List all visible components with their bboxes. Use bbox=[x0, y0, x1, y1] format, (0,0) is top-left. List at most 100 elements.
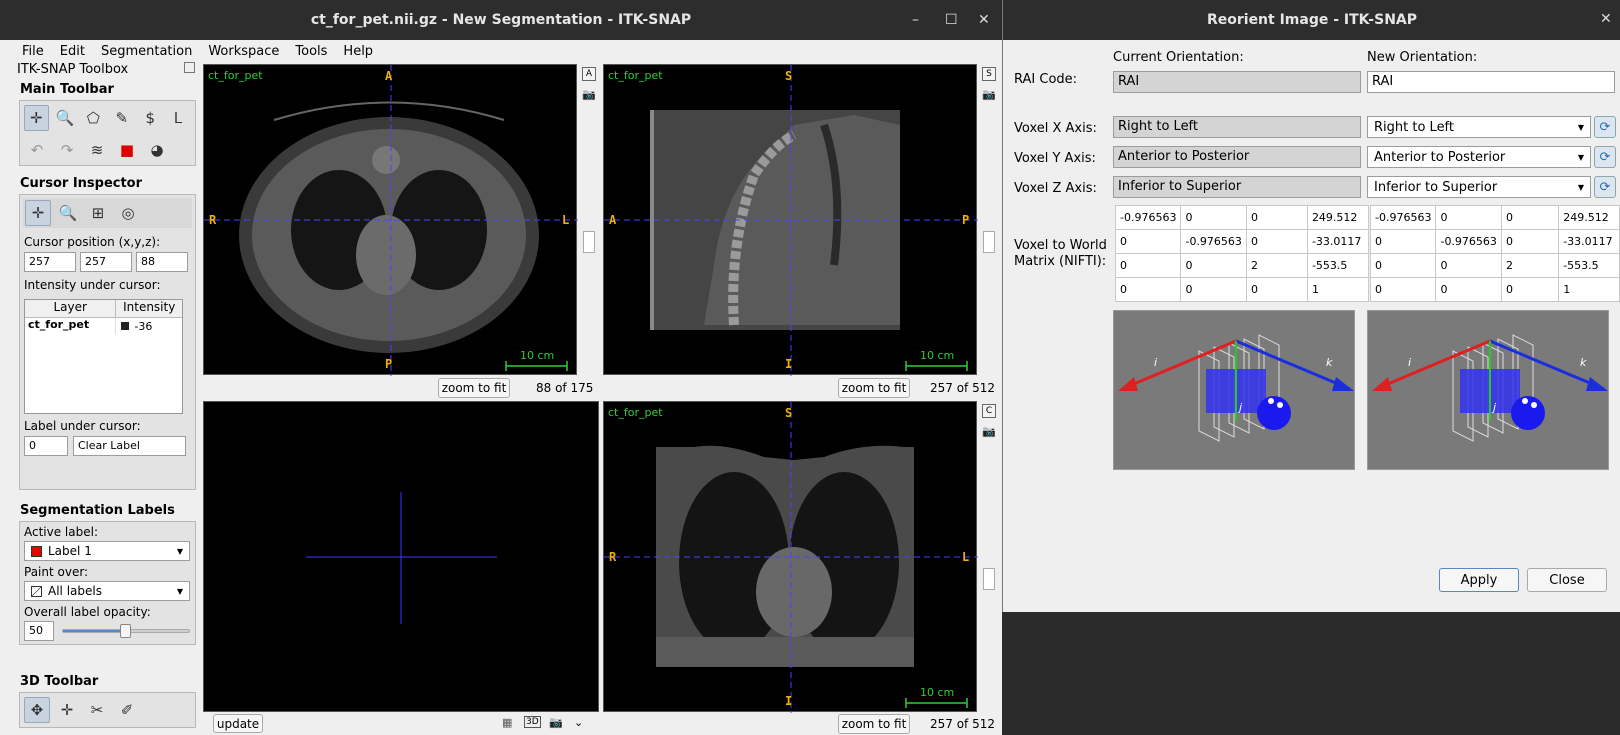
label-name-field[interactable]: Clear Label bbox=[73, 436, 186, 456]
palette-icon[interactable]: ◕ bbox=[144, 137, 170, 163]
reorient-dialog: Reorient Image - ITK-SNAP ✕ Current Orie… bbox=[1002, 0, 1620, 612]
menu-file[interactable]: File bbox=[22, 44, 44, 59]
paint-over-select[interactable]: All labels ▼ bbox=[24, 581, 190, 601]
chevron-down-icon[interactable]: ⌄ bbox=[574, 716, 583, 729]
chevron-down-icon: ▼ bbox=[176, 586, 183, 596]
new-z-axis-select[interactable]: Inferior to Superior ▼ bbox=[1367, 176, 1591, 198]
coronal-scrollbar[interactable] bbox=[982, 442, 996, 712]
table-row[interactable]: ct_for_pet -36 bbox=[25, 318, 182, 334]
new-matrix-table: -0.976563 0 0 249.512 0 -0.976563 0 -33.0117 0… bbox=[1369, 205, 1620, 302]
zoom-tool-icon[interactable]: 🔍 bbox=[53, 105, 77, 131]
cursor-zoom-icon[interactable]: 🔍 bbox=[55, 200, 81, 226]
axial-slice-image bbox=[204, 65, 578, 376]
new-orientation-render[interactable]: i j k bbox=[1367, 310, 1609, 470]
coronal-slice-image bbox=[604, 402, 978, 713]
m-cell: 0 bbox=[1500, 229, 1560, 254]
apply-button[interactable]: Apply bbox=[1439, 568, 1519, 592]
rotate-3d-icon[interactable]: ✥ bbox=[24, 697, 50, 723]
coronal-view[interactable]: ct_for_pet S I R L 10 cm bbox=[603, 401, 978, 713]
close-button[interactable]: ✕ bbox=[978, 12, 990, 28]
opacity-slider-handle[interactable] bbox=[120, 624, 131, 638]
menu-edit[interactable]: Edit bbox=[60, 44, 85, 59]
axial-zoom-to-fit-button[interactable]: zoom to fit bbox=[438, 378, 510, 398]
col-layer[interactable]: Layer bbox=[25, 300, 117, 317]
close-icon[interactable]: ✕ bbox=[1600, 11, 1612, 27]
main-window: ct_for_pet.nii.gz - New Segmentation - I… bbox=[0, 0, 1002, 735]
annotation-tool-icon[interactable]: Ꮮ bbox=[167, 105, 191, 131]
active-label-label: Active label: bbox=[24, 525, 98, 539]
label-color-icon[interactable]: ■ bbox=[114, 137, 140, 163]
sagittal-zoom-to-fit-button[interactable]: zoom to fit bbox=[838, 378, 910, 398]
coronal-view-layout-button[interactable]: C bbox=[982, 404, 996, 418]
crosshair-tool-icon[interactable]: ✛ bbox=[24, 105, 49, 131]
menu-tools[interactable]: Tools bbox=[295, 44, 327, 59]
menu-segmentation[interactable]: Segmentation bbox=[101, 44, 192, 59]
cursor-target-icon[interactable]: ◎ bbox=[115, 200, 141, 226]
refresh-y-icon[interactable]: ⟳ bbox=[1594, 146, 1616, 168]
paint-over-value: All labels bbox=[48, 584, 102, 598]
current-matrix-table: -0.976563 0 0 249.512 0 -0.976563 0 -33.0117 0… bbox=[1114, 205, 1369, 302]
axial-view-layout-button[interactable]: A bbox=[582, 67, 596, 81]
polygon-tool-icon[interactable]: ⬠ bbox=[81, 105, 105, 131]
opacity-label: Overall label opacity: bbox=[24, 605, 151, 619]
new-x-axis-select[interactable]: Right to Left ▼ bbox=[1367, 116, 1591, 138]
refresh-z-icon[interactable]: ⟳ bbox=[1594, 176, 1616, 198]
new-x-axis-value: Right to Left bbox=[1374, 119, 1455, 135]
axial-view[interactable]: ct_for_pet A P R L 10 cm bbox=[203, 64, 578, 376]
camera-icon[interactable]: 📷 bbox=[549, 716, 563, 729]
orient-left: R bbox=[609, 550, 617, 564]
cursor-x-field[interactable]: 257 bbox=[24, 252, 76, 272]
cursor-crosshair-icon[interactable]: ✛ bbox=[25, 200, 51, 226]
redo-icon[interactable]: ↷ bbox=[54, 137, 80, 163]
cursor-y-field[interactable]: 257 bbox=[80, 252, 132, 272]
camera-icon[interactable]: 📷 bbox=[982, 88, 996, 101]
m-cell: 1 bbox=[1306, 277, 1369, 302]
scalpel-icon[interactable]: ✂ bbox=[84, 697, 110, 723]
refresh-x-icon[interactable]: ⟳ bbox=[1594, 116, 1616, 138]
label-id-field[interactable]: 0 bbox=[24, 436, 68, 456]
spray-paint-icon[interactable]: ✐ bbox=[114, 697, 140, 723]
3d-layout-icon[interactable]: ▦ bbox=[502, 716, 512, 729]
cursor-grid-icon[interactable]: ⊞ bbox=[85, 200, 111, 226]
sagittal-scrollbar[interactable] bbox=[982, 105, 996, 375]
intensity-label: Intensity under cursor: bbox=[24, 278, 161, 292]
layers-icon[interactable]: ≋ bbox=[84, 137, 110, 163]
3d-view-icon[interactable]: 3D bbox=[524, 716, 541, 728]
crosshair-3d-icon[interactable]: ✛ bbox=[54, 697, 80, 723]
m-cell: -33.0117 bbox=[1558, 229, 1620, 254]
menu-help[interactable]: Help bbox=[343, 44, 373, 59]
m-cell: 2 bbox=[1245, 253, 1308, 278]
maximize-button[interactable]: ☐ bbox=[945, 12, 958, 28]
sagittal-view[interactable]: ct_for_pet S I A P 10 cm bbox=[603, 64, 978, 376]
snake-tool-icon[interactable]: $ bbox=[138, 105, 162, 131]
update-3d-button[interactable]: update bbox=[213, 714, 263, 733]
m-cell: 0 bbox=[1435, 277, 1502, 302]
opacity-slider[interactable] bbox=[62, 624, 190, 638]
new-rai-input[interactable]: RAI bbox=[1367, 71, 1615, 93]
orient-bottom: P bbox=[385, 357, 393, 371]
axial-scrollbar[interactable] bbox=[582, 105, 596, 375]
camera-icon[interactable]: 📷 bbox=[982, 425, 996, 438]
camera-icon[interactable]: 📷 bbox=[582, 88, 596, 101]
voxel-z-label: Voxel Z Axis: bbox=[1014, 181, 1097, 196]
undo-icon[interactable]: ↶ bbox=[24, 137, 50, 163]
minimize-button[interactable]: – bbox=[912, 12, 919, 28]
active-label-select[interactable]: Label 1 ▼ bbox=[24, 541, 190, 561]
paintbrush-tool-icon[interactable]: ✎ bbox=[110, 105, 134, 131]
opacity-field[interactable]: 50 bbox=[24, 621, 54, 641]
orient-right: L bbox=[562, 213, 570, 227]
col-intensity[interactable]: Intensity bbox=[116, 300, 182, 317]
undock-icon[interactable] bbox=[184, 62, 195, 73]
menu-bar: File Edit Segmentation Workspace Tools H… bbox=[0, 40, 1002, 62]
menu-workspace[interactable]: Workspace bbox=[208, 44, 279, 59]
new-y-axis-select[interactable]: Anterior to Posterior ▼ bbox=[1367, 146, 1591, 168]
new-orientation-heading: New Orientation: bbox=[1367, 50, 1478, 65]
close-dialog-button[interactable]: Close bbox=[1527, 568, 1607, 592]
coronal-zoom-to-fit-button[interactable]: zoom to fit bbox=[838, 714, 910, 734]
cursor-z-field[interactable]: 88 bbox=[136, 252, 188, 272]
cursor-inspector-title: Cursor Inspector bbox=[20, 176, 143, 191]
current-orientation-render[interactable]: i j k bbox=[1113, 310, 1355, 470]
3d-view[interactable] bbox=[203, 401, 599, 712]
sagittal-view-layout-button[interactable]: S bbox=[982, 67, 996, 81]
m-cell: 0 bbox=[1180, 253, 1247, 278]
